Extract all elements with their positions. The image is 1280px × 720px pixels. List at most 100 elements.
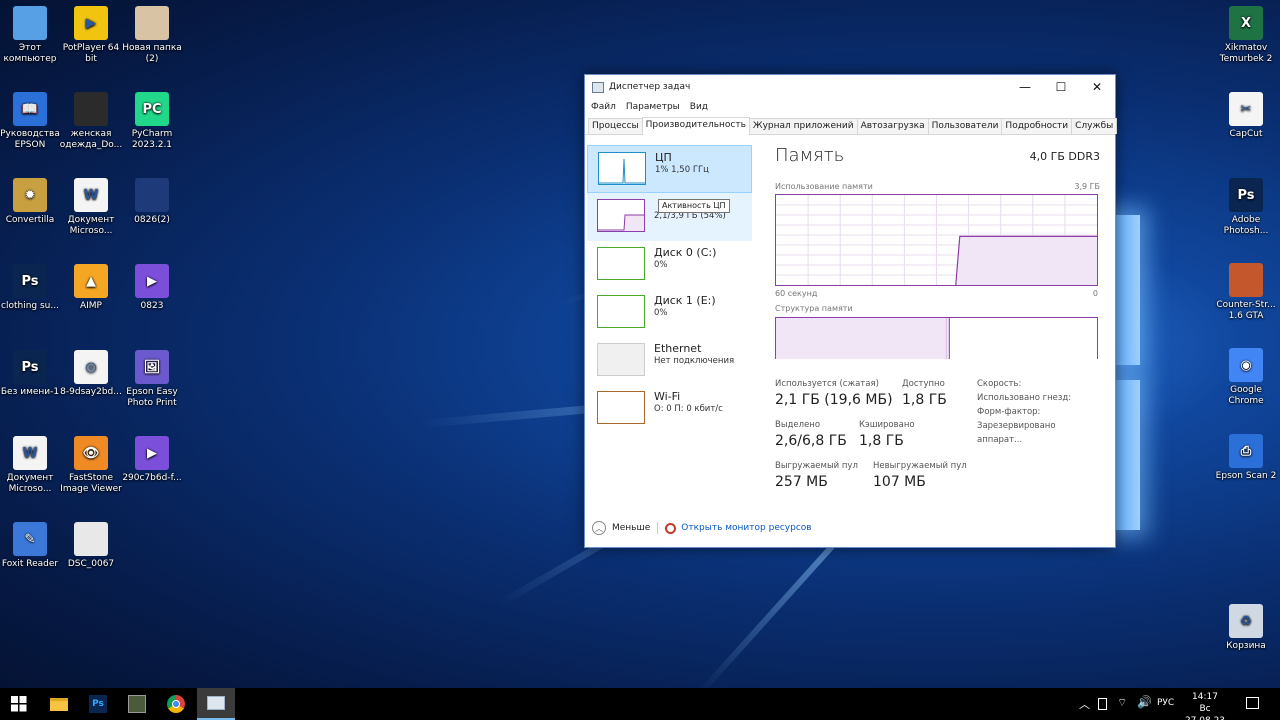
desktop-icon[interactable]: DSC_0067 [58, 522, 124, 570]
tab-services[interactable]: Службы [1071, 118, 1118, 134]
desktop-icon[interactable]: ◎ 8-9dsay2bd... [58, 350, 124, 398]
video-thumbnail-icon [135, 178, 169, 212]
desktop-icon[interactable]: 0826(2) [119, 178, 185, 226]
volume-icon[interactable]: 🔊 [1137, 695, 1152, 709]
aimp-icon: ▲ [74, 264, 108, 298]
desktop-icon[interactable]: W Документ Microso... [0, 436, 63, 495]
resource-wifi[interactable]: Wi-Fi О: 0 П: 0 кбит/с [587, 385, 752, 433]
notification-icon[interactable] [1246, 697, 1259, 709]
desktop-icon[interactable]: X Xikmatov Temurbek 2 [1213, 6, 1279, 65]
fewer-details-link[interactable]: Меньше [612, 523, 650, 533]
potplayer-icon: ▶ [74, 6, 108, 40]
menu-options[interactable]: Параметры [626, 102, 680, 112]
file-explorer-taskbar-icon[interactable] [40, 688, 78, 720]
tab-processes[interactable]: Процессы [588, 118, 643, 134]
desktop-icon[interactable]: Counter-Str... 1.6 GTA [1213, 263, 1279, 322]
resource-disk-1[interactable]: Диск 1 (E:) 0% [587, 289, 752, 337]
desktop-icon[interactable]: ♻ Корзина [1213, 604, 1279, 652]
desktop-icon-label: Этот компьютер [3, 43, 57, 64]
menu-file[interactable]: Файл [591, 102, 616, 112]
desktop-icon[interactable]: Ps Без имени-1 [0, 350, 63, 398]
desktop-icon[interactable]: Этот компьютер [0, 6, 63, 65]
desktop-icon[interactable]: ◉ Google Chrome [1213, 348, 1279, 407]
desktop-icon[interactable]: 👁 FastStone Image Viewer [58, 436, 124, 495]
desktop-icon[interactable]: ▲ AIMP [58, 264, 124, 312]
tab-app-history[interactable]: Журнал приложений [748, 118, 858, 134]
menu-bar: Файл Параметры Вид [585, 99, 1115, 115]
desktop-icon-label: AIMP [79, 301, 102, 311]
stat-paged-pool: Выгружаемый пул 257 МБ [775, 461, 858, 490]
start-button[interactable] [0, 688, 38, 720]
photoshop-taskbar-icon[interactable]: Ps [79, 688, 117, 720]
disk-1-thumbnail-graph [597, 295, 645, 328]
this-pc-icon [13, 6, 47, 40]
title-bar[interactable]: Диспетчер задач — ☐ ✕ [585, 75, 1115, 99]
desktop-icon[interactable]: ✎ Foxit Reader [0, 522, 63, 570]
desktop-icon-label: 0823 [140, 301, 164, 311]
network-icon[interactable]: ⌔ [1117, 696, 1127, 710]
language-indicator[interactable]: РУС [1157, 698, 1174, 708]
photoshop-app-icon: Ps [1229, 178, 1263, 212]
resource-cpu[interactable]: ЦП 1% 1,50 ГГц [587, 145, 752, 193]
desktop-icon-label: Руководства EPSON [0, 129, 60, 150]
tab-startup[interactable]: Автозагрузка [856, 118, 929, 134]
desktop-icon[interactable]: PC PyCharm 2023.2.1 [119, 92, 185, 151]
desktop-icon[interactable]: Ps Adobe Photosh... [1213, 178, 1279, 237]
excel-file-icon: X [1229, 6, 1263, 40]
desktop-icon[interactable]: ▶ 290c7b6d-f... [119, 436, 185, 484]
desktop-icon[interactable]: W Документ Microso... [58, 178, 124, 237]
battery-icon[interactable] [1098, 698, 1107, 710]
desktop-icon[interactable]: 🖼 Epson Easy Photo Print [119, 350, 185, 409]
game-taskbar-icon[interactable] [118, 688, 156, 720]
menu-view[interactable]: Вид [690, 102, 708, 112]
memory-structure-graph [775, 317, 1098, 359]
desktop-icon-label: Без имени-1 [0, 387, 60, 397]
chevron-up-icon[interactable]: ︿ [592, 521, 606, 535]
desktop-icon[interactable]: ▶ PotPlayer 64 bit [58, 6, 124, 65]
desktop-icon[interactable]: ▶ 0823 [119, 264, 185, 312]
show-hidden-icons-button[interactable]: ︿ [1079, 696, 1090, 712]
faststone-icon: 👁 [74, 436, 108, 470]
capcut-icon: ✂ [1229, 92, 1263, 126]
desktop-icon[interactable]: 📖 Руководства EPSON [0, 92, 63, 151]
resource-ethernet[interactable]: Ethernet Нет подключения [587, 337, 752, 385]
desktop-icon-label: Новая папка (2) [122, 43, 182, 64]
usage-graph-max: 3,9 ГБ [1074, 182, 1100, 191]
word-document-icon: W [74, 178, 108, 212]
desktop-icon-label: Документ Microso... [67, 215, 115, 236]
tab-performance[interactable]: Производительность [641, 117, 750, 135]
desktop-icon-label: Epson Scan 2 [1215, 471, 1277, 481]
desktop-icon[interactable]: Ps clothing su... [0, 264, 63, 312]
epson-manuals-icon: 📖 [13, 92, 47, 126]
desktop-icon-label: женская одежда_Do... [59, 129, 123, 150]
task-manager-window: Диспетчер задач — ☐ ✕ Файл Параметры Вид… [584, 74, 1118, 548]
desktop-icon[interactable]: ✂ CapCut [1213, 92, 1279, 140]
resource-disk-0[interactable]: Диск 0 (C:) 0% [587, 241, 752, 289]
usage-graph-label: Использование памяти [775, 182, 873, 191]
mp4-file-icon: ▶ [135, 436, 169, 470]
stat-cached: Кэшировано 1,8 ГБ [859, 420, 915, 449]
memory-usage-graph [775, 194, 1098, 286]
minimize-button[interactable]: — [1007, 75, 1043, 99]
open-resource-monitor-link[interactable]: Открыть монитор ресурсов [681, 523, 811, 533]
desktop-icon-label: FastStone Image Viewer [60, 473, 122, 494]
tab-details[interactable]: Подробности [1001, 118, 1073, 134]
desktop-icon-label: DSC_0067 [67, 559, 115, 569]
tab-users[interactable]: Пользователи [927, 118, 1003, 134]
tooltip: Активность ЦП [658, 199, 730, 213]
maximize-button[interactable]: ☐ [1043, 75, 1079, 99]
foxit-reader-icon: ✎ [13, 522, 47, 556]
desktop-icon[interactable]: Новая папка (2) [119, 6, 185, 65]
pycharm-icon: PC [135, 92, 169, 126]
desktop-icon[interactable]: ⎙ Epson Scan 2 [1213, 434, 1279, 482]
desktop-icon[interactable]: ✹ Convertilla [0, 178, 63, 226]
desktop-icon-label: 290c7b6d-f... [122, 473, 182, 483]
resource-memory[interactable]: 2,1/3,9 ГБ (54%) Активность ЦП [587, 193, 752, 241]
desktop-icon-label: Counter-Str... 1.6 GTA [1216, 300, 1276, 321]
desktop-icon[interactable]: женская одежда_Do... [58, 92, 124, 151]
close-button[interactable]: ✕ [1079, 75, 1115, 99]
chrome-taskbar-icon[interactable] [157, 688, 195, 720]
task-manager-taskbar-icon[interactable] [197, 688, 235, 720]
task-manager-icon [592, 81, 604, 93]
clock[interactable]: 14:17 Вс 27.08.23 [1182, 691, 1228, 720]
